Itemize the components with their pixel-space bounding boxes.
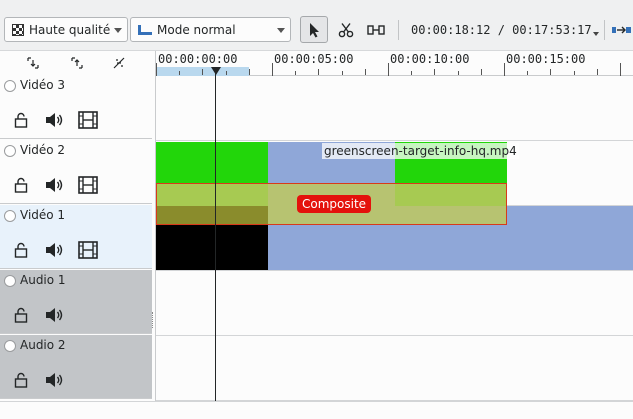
- track-name: Audio 1: [20, 273, 66, 287]
- chevron-down-icon[interactable]: [593, 32, 599, 36]
- timecode-display[interactable]: 00:00:18:12 / 00:17:53:17: [411, 23, 592, 37]
- track-target-radio[interactable]: [4, 210, 16, 222]
- ruler-tick: [179, 71, 180, 75]
- spacer-tool-button[interactable]: [362, 16, 390, 43]
- lock-icon[interactable]: [14, 304, 28, 326]
- insert-to-timeline-button[interactable]: [609, 16, 633, 43]
- ruler-tick: [156, 63, 157, 76]
- track-name: Vidéo 3: [20, 78, 66, 92]
- ruler-tick: [318, 69, 319, 75]
- audio-volume-icon[interactable]: [44, 239, 64, 261]
- expand-tracks-icon[interactable]: [70, 56, 84, 73]
- track-target-radio[interactable]: [4, 275, 16, 287]
- ruler-tick: [342, 71, 343, 75]
- ruler-tick: [272, 63, 273, 76]
- ruler-tick: [527, 71, 528, 75]
- ruler-tick: [434, 69, 435, 75]
- audio-volume-icon[interactable]: [44, 174, 64, 196]
- chevron-down-icon: [114, 28, 122, 33]
- track-target-radio[interactable]: [4, 80, 16, 92]
- playhead-line[interactable]: [215, 68, 216, 401]
- ruler-tick: [202, 69, 203, 75]
- ruler-tick: [388, 63, 389, 76]
- track-target-radio[interactable]: [4, 145, 16, 157]
- toggle-effects-icon[interactable]: [112, 56, 126, 73]
- timeline-ruler[interactable]: 00:00:00:00 00:00:05:00 00:00:10:00 00:0…: [156, 51, 633, 76]
- ruler-tick: [620, 63, 621, 76]
- track-header-video-2[interactable]: Vidéo 2: [0, 140, 152, 204]
- ruler-label: 00:00:05:00: [274, 52, 354, 66]
- track-name: Vidéo 2: [20, 143, 66, 157]
- ruler-tick: [574, 71, 575, 75]
- lock-icon[interactable]: [14, 109, 28, 131]
- razor-tool-button[interactable]: [332, 16, 360, 43]
- ruler-label: 00:00:10:00: [390, 52, 470, 66]
- lane-audio-2[interactable]: [156, 336, 633, 401]
- audio-volume-icon[interactable]: [44, 369, 64, 391]
- ruler-tick: [365, 69, 366, 75]
- selection-tool-button[interactable]: [300, 16, 328, 43]
- film-strip-icon[interactable]: [78, 239, 98, 261]
- lock-icon[interactable]: [14, 369, 28, 391]
- ruler-label: 00:00:15:00: [506, 52, 586, 66]
- chevron-down-icon: [277, 28, 285, 33]
- track-header-audio-2[interactable]: Audio 2: [0, 335, 152, 399]
- ruler-tick: [504, 63, 505, 76]
- quality-select-value: Haute qualité: [29, 22, 111, 37]
- audio-volume-icon[interactable]: [44, 304, 64, 326]
- checkerboard-icon: [12, 23, 24, 36]
- mode-select-value: Mode normal: [157, 22, 236, 37]
- track-name: Vidéo 1: [20, 208, 66, 222]
- lane-video-3[interactable]: [156, 76, 633, 141]
- pointer-icon: [310, 22, 319, 37]
- spacer-icon: [367, 24, 385, 35]
- lock-icon[interactable]: [14, 239, 28, 261]
- audio-volume-icon[interactable]: [44, 109, 64, 131]
- timeline-toolbar: Haute qualité Mode normal 00:00:18:12 / …: [0, 0, 633, 51]
- splitter-handle[interactable]: [152, 312, 155, 328]
- quality-select[interactable]: Haute qualité: [4, 17, 128, 42]
- collapse-tracks-icon[interactable]: [26, 56, 40, 73]
- lane-audio-1[interactable]: [156, 271, 633, 336]
- ruler-tick: [597, 69, 598, 75]
- lock-icon[interactable]: [14, 174, 28, 196]
- track-header-video-3[interactable]: Vidéo 3: [0, 75, 152, 139]
- mode-select[interactable]: Mode normal: [130, 17, 291, 42]
- insert-arrows-icon: [612, 26, 631, 33]
- ruler-tick: [458, 71, 459, 75]
- track-headers-toolbar: [0, 51, 152, 75]
- timeline-mode-icon: [138, 24, 152, 35]
- ruler-label: 00:00:00:00: [158, 52, 238, 66]
- track-target-radio[interactable]: [4, 340, 16, 352]
- ruler-tick: [295, 71, 296, 75]
- toolbar-separator: [398, 20, 399, 40]
- ruler-tick: [481, 69, 482, 75]
- timeline-scrollbar-area[interactable]: [0, 401, 633, 419]
- ruler-tick: [226, 71, 227, 75]
- track-name: Audio 2: [20, 338, 66, 352]
- scissors-icon: [338, 22, 354, 37]
- ruler-tick: [411, 71, 412, 75]
- video-editor-window: Haute qualité Mode normal 00:00:18:12 / …: [0, 0, 633, 419]
- track-header-audio-1[interactable]: Audio 1: [0, 270, 152, 334]
- clip-name-label: greenscreen-target-info-hq.mp4: [322, 143, 519, 159]
- composite-overlap-region: [157, 206, 268, 224]
- toolbar-separator: [604, 20, 605, 40]
- film-strip-icon[interactable]: [78, 109, 98, 131]
- ruler-tick: [550, 69, 551, 75]
- track-header-video-1[interactable]: Vidéo 1: [0, 205, 152, 269]
- composite-label: Composite: [297, 195, 372, 213]
- ruler-tick: [249, 69, 250, 75]
- track-headers-panel: Vidéo 3 Vidéo 2 Vidéo 1 Audio 1 Audio 2: [0, 51, 152, 419]
- film-strip-icon[interactable]: [78, 174, 98, 196]
- playhead-handle[interactable]: [211, 67, 221, 75]
